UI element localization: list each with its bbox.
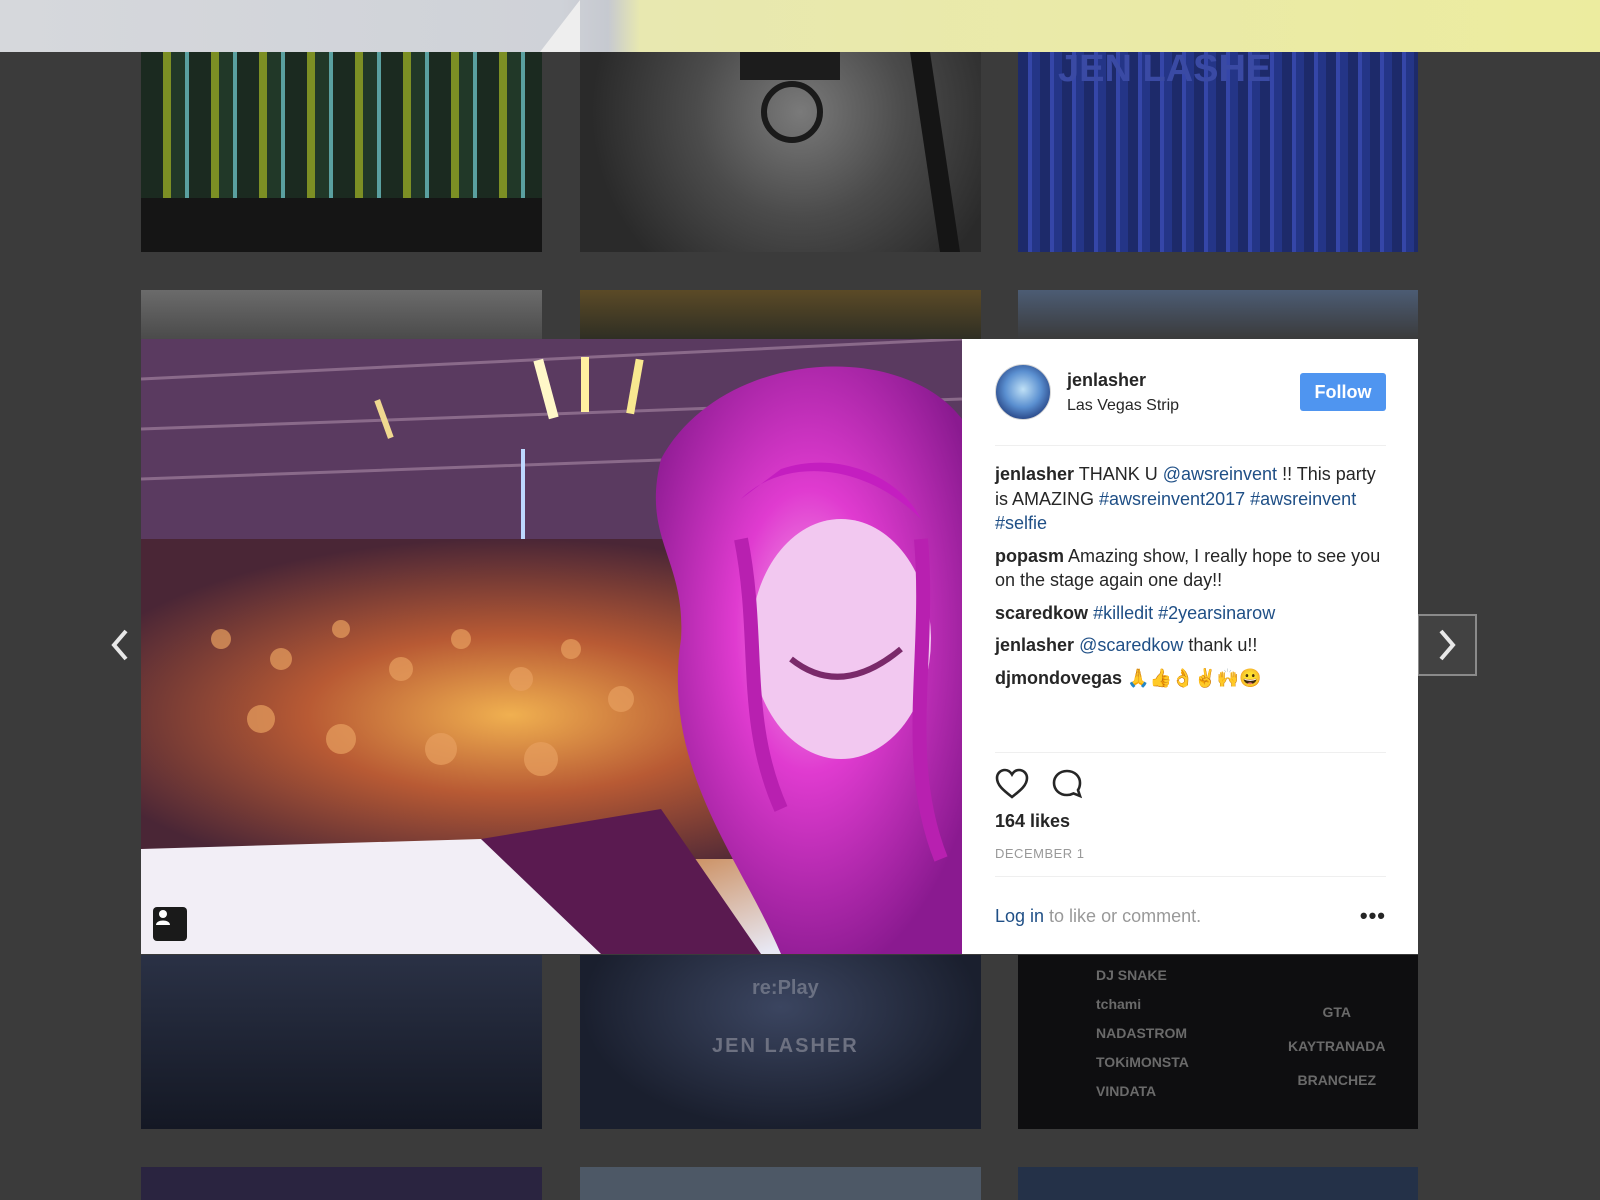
comment-footer: Log in to like or comment. •••	[995, 876, 1386, 955]
mention-link[interactable]: @awsreinvent	[1163, 464, 1277, 484]
tile-artist-text: JEN LASHER	[712, 1035, 859, 1057]
hashtag-link[interactable]: #killedit	[1093, 603, 1153, 623]
comment-username[interactable]: popasm	[995, 546, 1064, 566]
comment-text: thank u!!	[1183, 635, 1258, 655]
post-photo[interactable]	[141, 339, 962, 954]
comment-username[interactable]: scaredkow	[995, 603, 1088, 623]
post-username[interactable]: jenlasher	[1067, 370, 1300, 391]
grid-post-thumbnail[interactable]	[580, 52, 981, 252]
grid-post-thumbnail[interactable]: DJ SNAKE tchami NADASTROM TOKiMONSTA VIN…	[1018, 955, 1418, 1129]
post-photo-art	[141, 339, 962, 954]
grid-post-thumbnail[interactable]	[141, 955, 542, 1129]
comment-username[interactable]: djmondovegas	[995, 668, 1122, 688]
avatar[interactable]	[995, 364, 1051, 420]
lineup-item: KAYTRANADA	[1288, 1038, 1386, 1054]
grid-post-thumbnail[interactable]: RU	[141, 52, 542, 252]
chevron-left-icon	[111, 629, 128, 661]
hashtag-link[interactable]: #selfie	[995, 513, 1047, 533]
comment-item: jenlasher THANK U @awsreinvent !! This p…	[995, 462, 1386, 536]
mention-link[interactable]: @scaredkow	[1079, 635, 1183, 655]
post-details-panel: jenlasher Las Vegas Strip Follow jenlash…	[962, 339, 1418, 954]
grid-post-thumbnail[interactable]	[1018, 1167, 1418, 1200]
comment-username[interactable]: jenlasher	[995, 635, 1074, 655]
comment-text: 🙏👍👌✌🙌😀	[1122, 667, 1262, 688]
user-tag-button[interactable]	[153, 907, 187, 941]
hashtag-link[interactable]: #2yearsinarow	[1158, 603, 1275, 623]
login-link[interactable]: Log in	[995, 906, 1044, 926]
follow-button[interactable]: Follow	[1300, 373, 1386, 411]
tile-brand-text: re:Play	[752, 977, 819, 999]
grid-post-thumbnail[interactable]	[141, 290, 542, 340]
post-modal: jenlasher Las Vegas Strip Follow jenlash…	[141, 339, 1418, 954]
post-actions: 164 likes DECEMBER 1	[995, 752, 1386, 861]
comment-username[interactable]: jenlasher	[995, 464, 1074, 484]
tile-corner-text: RU	[517, 232, 538, 248]
lineup-item: GTA	[1322, 1004, 1351, 1020]
comment-item: djmondovegas 🙏👍👌✌🙌😀	[995, 666, 1386, 691]
next-post-button[interactable]	[1417, 614, 1477, 676]
action-icons	[995, 767, 1386, 805]
login-prompt-text: to like or comment.	[1044, 905, 1202, 926]
tile-text: JEN LASHE	[1058, 52, 1272, 90]
tile-lineup: DJ SNAKE tchami NADASTROM TOKiMONSTA VIN…	[1096, 961, 1189, 1106]
comment-button[interactable]	[1051, 768, 1083, 805]
comment-item: jenlasher @scaredkow thank u!!	[995, 633, 1386, 658]
post-header: jenlasher Las Vegas Strip Follow	[995, 339, 1386, 446]
lineup-item: NADASTROM	[1096, 1025, 1187, 1041]
heart-icon	[995, 768, 1029, 799]
grid-post-thumbnail[interactable]	[1018, 290, 1418, 340]
top-banner	[0, 0, 1600, 52]
comment-item: popasm Amazing show, I really hope to se…	[995, 544, 1386, 593]
grid-post-thumbnail[interactable]	[141, 1167, 542, 1200]
lineup-item: TOKiMONSTA	[1096, 1054, 1189, 1070]
grid-post-thumbnail[interactable]	[580, 1167, 981, 1200]
post-author-info: jenlasher Las Vegas Strip	[1067, 370, 1300, 415]
like-button[interactable]	[995, 768, 1029, 805]
tile-lineup-right: GTA KAYTRANADA BRANCHEZ	[1288, 995, 1386, 1097]
comment-text: THANK U	[1074, 464, 1163, 484]
lineup-item: VINDATA	[1096, 1083, 1157, 1099]
more-options-button[interactable]: •••	[1360, 903, 1386, 929]
user-tag-icon	[156, 910, 170, 925]
comments-list: jenlasher THANK U @awsreinvent !! This p…	[995, 446, 1386, 752]
chevron-right-icon	[1439, 629, 1456, 661]
grid-post-thumbnail[interactable]: re:Play JEN LASHER	[580, 955, 981, 1129]
hashtag-link[interactable]: #awsreinvent2017	[1099, 489, 1245, 509]
post-date: DECEMBER 1	[995, 846, 1085, 861]
lineup-item: BRANCHEZ	[1297, 1072, 1377, 1088]
login-prompt: Log in to like or comment.	[995, 906, 1360, 927]
grid-post-thumbnail[interactable]	[580, 290, 981, 340]
tile-art	[740, 52, 960, 252]
likes-count[interactable]: 164 likes	[995, 811, 1386, 832]
comment-icon	[1052, 769, 1083, 798]
lineup-item: DJ SNAKE	[1096, 967, 1167, 983]
hashtag-link[interactable]: #awsreinvent	[1250, 489, 1356, 509]
banner-shape	[540, 0, 580, 52]
lineup-item: tchami	[1096, 996, 1142, 1012]
comment-item: scaredkow #killedit #2yearsinarow	[995, 601, 1386, 626]
grid-post-thumbnail[interactable]: JEN LASHE	[1018, 52, 1418, 252]
post-location[interactable]: Las Vegas Strip	[1067, 397, 1300, 415]
